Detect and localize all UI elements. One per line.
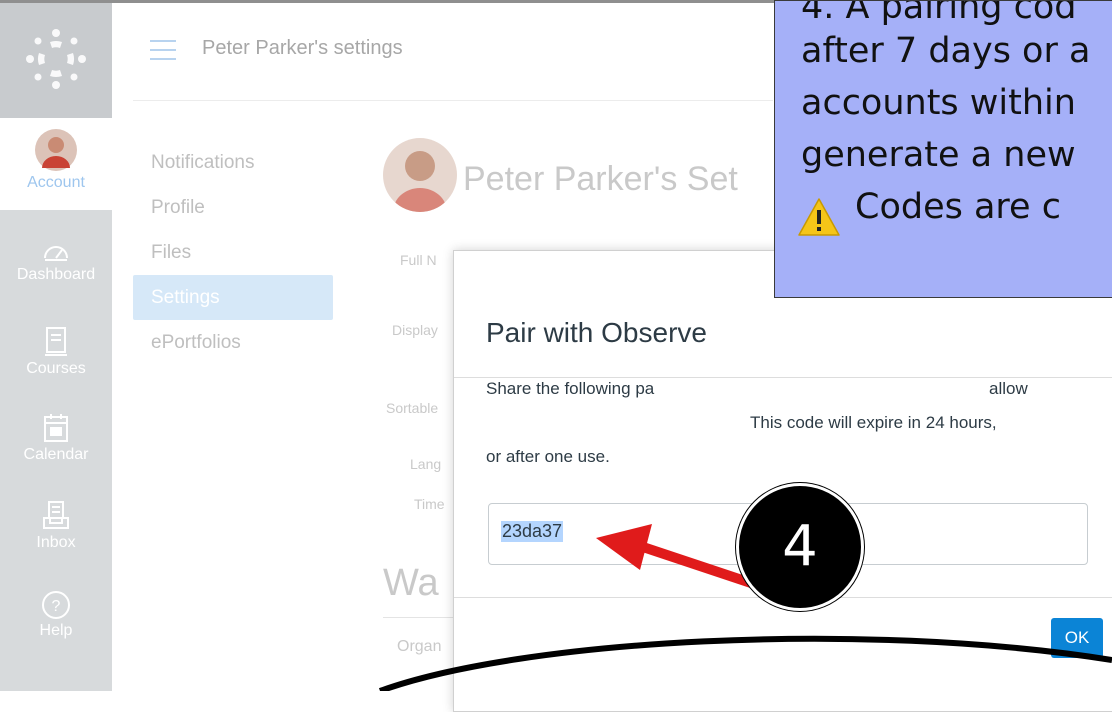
pointer-arrow-head (596, 524, 652, 570)
step-number-badge: 4 (736, 483, 864, 611)
annotation-overlay (378, 524, 1112, 691)
curved-outline (378, 635, 1112, 691)
